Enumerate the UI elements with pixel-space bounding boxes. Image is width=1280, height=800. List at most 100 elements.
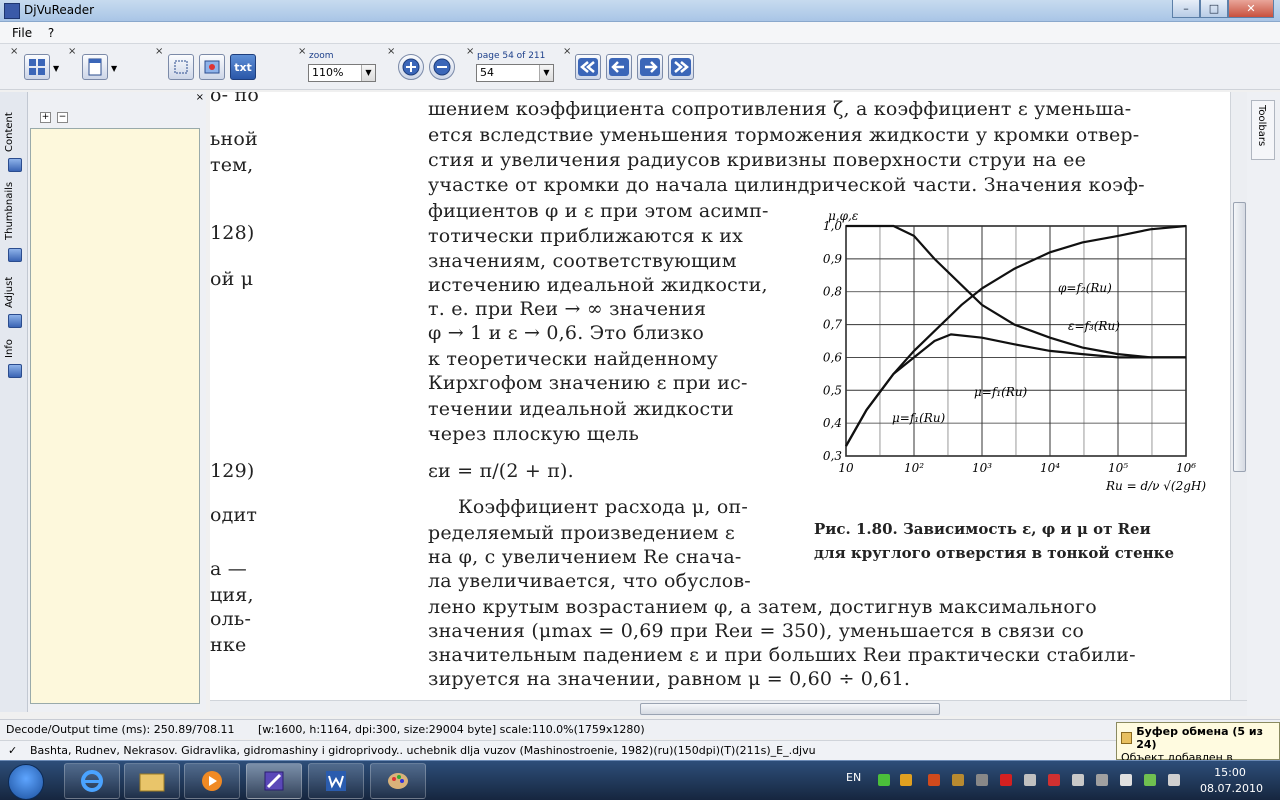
figure-caption: для круглого отверстия в тонкой стенке [814, 544, 1175, 562]
layout-dropdown-icon[interactable]: ▼ [53, 64, 59, 73]
clock-date: 08.07.2010 [1200, 782, 1263, 795]
select-image-button[interactable] [199, 54, 225, 80]
content-panel: × + − [28, 92, 206, 712]
clipboard-icon [1121, 732, 1133, 744]
content-tree[interactable] [30, 128, 200, 704]
scroll-thumb[interactable] [1233, 202, 1246, 472]
taskbar-djvureader[interactable] [246, 763, 302, 799]
zoom-in-icon [402, 58, 420, 76]
tray-icon[interactable] [1120, 774, 1132, 786]
text-line: φ → 1 и ε → 0,6. Это близко [428, 322, 705, 344]
menu-help[interactable]: ? [42, 22, 60, 44]
formula: εи = π/(2 + π). [428, 460, 574, 482]
text-line: ется вследствие уменьшения торможения жи… [428, 124, 1140, 146]
text-line: на φ, с увеличением Re снача- [428, 546, 742, 568]
page-view-button[interactable] [82, 54, 108, 80]
tray-icon[interactable] [928, 774, 940, 786]
tray-icon[interactable] [1096, 774, 1108, 786]
y-tick-label: 0,4 [823, 416, 842, 430]
volume-icon[interactable] [1168, 774, 1180, 786]
select-area-button[interactable] [168, 54, 194, 80]
tray-icon[interactable] [1048, 774, 1060, 786]
tab-info[interactable]: Info [4, 336, 24, 362]
toolbars-tab[interactable]: Toolbars [1251, 100, 1275, 160]
page-select[interactable]: 54 ▼ [476, 64, 554, 82]
menu-bar: File ? [0, 22, 1280, 44]
select-text-button[interactable]: txt [230, 54, 256, 80]
double-left-arrow-icon [578, 58, 598, 76]
text-line: Кирхгофом значению ε при ис- [428, 372, 748, 394]
collapse-all-button[interactable]: − [57, 112, 68, 123]
prev-page-button[interactable] [606, 54, 632, 80]
margin-text: ция, [210, 584, 254, 606]
app-icon [4, 3, 20, 19]
tab-content[interactable]: Content [4, 110, 24, 154]
margin-text: тем, [210, 154, 254, 176]
next-page-button[interactable] [637, 54, 663, 80]
tray-icon[interactable] [900, 774, 912, 786]
toolbars-tab-label: Toolbars [1256, 105, 1267, 147]
toolbar-close-mark[interactable]: × [155, 46, 163, 57]
palette-icon [388, 773, 408, 789]
media-icon [202, 771, 222, 791]
menu-file[interactable]: File [6, 22, 38, 44]
y-tick-label: 0,9 [823, 252, 842, 266]
text-line: т. е. при Reи → ∞ значения [428, 298, 707, 320]
last-page-button[interactable] [668, 54, 694, 80]
right-arrow-icon [640, 58, 660, 76]
zoom-in-button[interactable] [398, 54, 424, 80]
panel-close-mark[interactable]: × [196, 92, 204, 103]
tray-icon[interactable] [1072, 774, 1084, 786]
file-path-bar: ✓ Bashta, Rudnev, Nekrasov. Gidravlika, … [0, 740, 1280, 760]
toolbar-close-mark[interactable]: × [68, 46, 76, 57]
layout-icon [29, 59, 45, 75]
horizontal-scrollbar[interactable] [210, 700, 1247, 716]
toolbar-close-mark[interactable]: × [563, 46, 571, 57]
thumbnails-icon[interactable] [8, 248, 22, 262]
minimize-button[interactable]: – [1172, 0, 1200, 18]
text-line: фициентов φ и ε при этом асимп- [428, 200, 769, 222]
taskbar-word[interactable] [308, 763, 364, 799]
clock[interactable]: 15:00 08.07.2010 [1200, 765, 1263, 797]
toolbar-close-mark[interactable]: × [466, 46, 474, 57]
toolbar-close-mark[interactable]: × [10, 46, 18, 57]
expand-all-button[interactable]: + [40, 112, 51, 123]
zoom-select[interactable]: 110% ▼ [308, 64, 376, 82]
language-indicator[interactable]: EN [846, 771, 861, 784]
content-icon[interactable] [8, 158, 22, 172]
info-icon[interactable] [8, 364, 22, 378]
taskbar-media[interactable] [184, 763, 240, 799]
layout-button[interactable] [24, 54, 50, 80]
chevron-down-icon: ▼ [361, 65, 375, 81]
start-button[interactable] [8, 764, 44, 800]
toolbar-close-mark[interactable]: × [298, 46, 306, 57]
first-page-button[interactable] [575, 54, 601, 80]
x-tick-label: 10² [904, 461, 924, 475]
maximize-button[interactable]: □ [1200, 0, 1228, 18]
text-line: истечению идеальной жидкости, [428, 274, 768, 296]
clipboard-notification[interactable]: Буфер обмена (5 из 24) Объект добавлен в… [1116, 722, 1280, 777]
wrench-icon[interactable] [8, 314, 22, 328]
toolbar-close-mark[interactable]: × [387, 46, 395, 57]
zoom-out-button[interactable] [429, 54, 455, 80]
close-button[interactable]: ✕ [1228, 0, 1274, 18]
tray-icon[interactable] [976, 774, 988, 786]
series-label: ε=f₃(Rи) [1068, 319, 1120, 333]
tray-icon[interactable] [952, 774, 964, 786]
taskbar-paint[interactable] [370, 763, 426, 799]
tray-icon[interactable] [878, 774, 890, 786]
network-icon[interactable] [1144, 774, 1156, 786]
tab-thumbnails[interactable]: Thumbnails [4, 180, 24, 242]
taskbar-ie[interactable] [64, 763, 120, 799]
page-view-dropdown-icon[interactable]: ▼ [111, 64, 117, 73]
series-label: μ=f₁(Rи) [974, 385, 1028, 399]
vertical-scrollbar[interactable] [1230, 92, 1247, 700]
taskbar-explorer[interactable] [124, 763, 180, 799]
scroll-thumb[interactable] [640, 703, 940, 715]
notification-title: Буфер обмена (5 из 24) [1136, 725, 1263, 751]
tray-icon[interactable] [1000, 774, 1012, 786]
document-viewport[interactable]: о- по ьной тем, 128) ой μ 129) одит а — … [210, 92, 1230, 700]
tray-icon[interactable] [1024, 774, 1036, 786]
tab-adjust[interactable]: Adjust [4, 272, 24, 312]
double-right-arrow-icon [671, 58, 691, 76]
